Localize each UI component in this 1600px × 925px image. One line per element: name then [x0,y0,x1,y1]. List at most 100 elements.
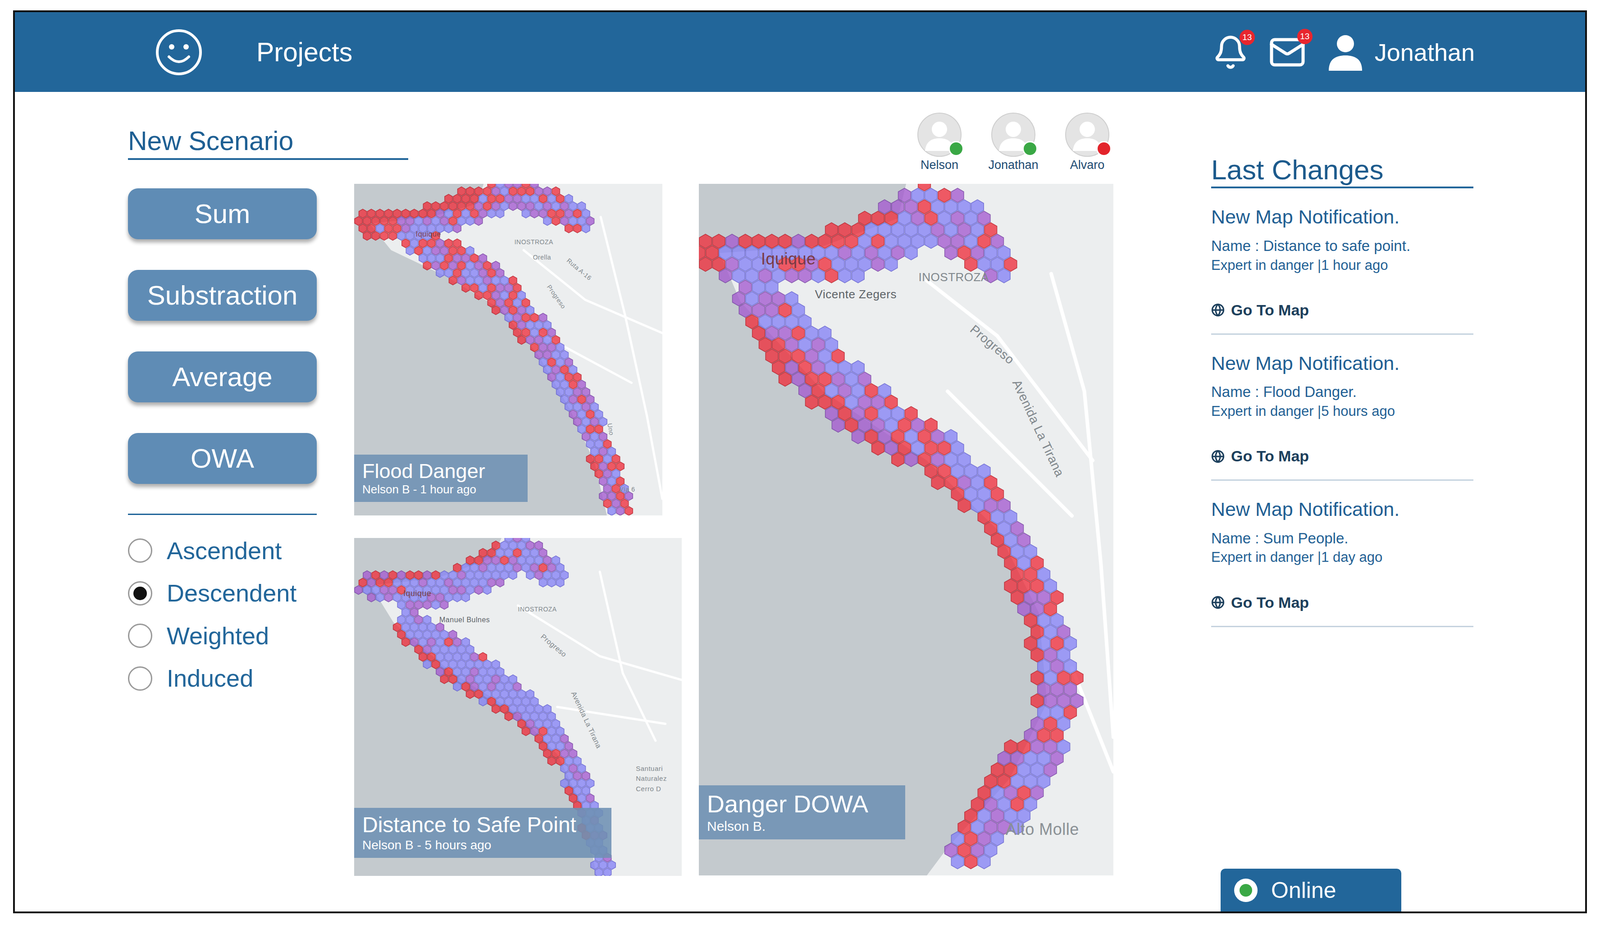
hex-cell [547,357,556,367]
radio-circle[interactable] [127,623,153,648]
hex-cell [393,578,402,588]
hex-cell [517,541,526,551]
collaborator[interactable]: Jonathan [981,112,1045,174]
hex-cell [547,563,556,573]
map-place-label: Cerro D [635,784,661,793]
hex-cell [461,652,470,662]
hex-cell [792,349,805,364]
hex-cell [898,441,912,456]
hex-cell [551,556,560,566]
hex-cell [1017,533,1031,548]
hex-cell [560,216,569,226]
hex-cell [865,429,878,444]
collaborator-name: Jonathan [988,158,1039,173]
hex-cell [898,234,912,249]
scenario-map[interactable]: IquiqueINOSTROZAManuel BulnesProgresoAve… [354,537,682,876]
hex-cell [951,234,964,249]
hex-cell [586,410,594,420]
page-title[interactable]: Projects [256,36,353,68]
hex-cell [573,223,582,233]
hex-cell [565,756,573,766]
hex-cell [384,578,393,588]
hex-cell [539,328,548,338]
hex-cell [957,498,971,513]
hex-cell [1050,659,1064,674]
hex-cell [526,704,534,714]
hex-cell [401,238,410,248]
user-menu[interactable]: Jonathan [1326,32,1475,72]
hex-cell [944,429,958,444]
avatar [990,112,1036,158]
operation-button[interactable]: Substraction [127,269,317,321]
hex-cell [543,320,552,330]
collaborator[interactable]: Alvaro [1055,112,1119,174]
hex-cell [513,563,521,573]
hex-cell [461,592,470,602]
hex-cell [440,585,448,595]
radio-circle[interactable] [127,581,153,606]
hex-cell [427,652,436,662]
operation-button[interactable]: Sum [127,188,317,240]
notifications-button[interactable]: 13 [1212,34,1249,71]
map-place-label: Progreso [538,632,568,659]
operation-button[interactable]: OWA [127,433,317,484]
hex-cell [539,209,548,219]
hex-cell [539,357,548,367]
ordering-radio[interactable]: Induced [127,665,318,692]
hex-cell [1057,670,1071,686]
radio-circle[interactable] [127,538,153,563]
hex-cell [405,246,414,256]
hex-cell [500,570,509,580]
collaborator[interactable]: Nelson [907,112,971,174]
map-title: Danger DOWA [706,790,898,818]
online-status-button[interactable]: Online [1220,868,1402,912]
hex-cell [504,283,513,293]
hex-cell [509,201,517,211]
hex-cell [483,674,492,684]
ordering-radio[interactable]: Weighted [127,622,318,650]
go-to-map-link[interactable]: Go To Map [1211,301,1474,320]
go-to-map-link[interactable]: Go To Map [1211,593,1474,612]
hex-cell [474,291,483,301]
hex-cell [1057,739,1071,755]
hex-cell [440,645,448,655]
hex-cell [805,326,818,341]
change-meta: Expert in danger |5 hours ago [1211,402,1474,420]
hex-cell [504,697,513,707]
hex-cell [530,726,538,736]
hex-cell [560,201,569,211]
hex-cell [624,491,633,501]
hex-cell [478,548,487,558]
hex-cell [984,774,998,789]
hex-cell [427,578,436,588]
hex-cell [504,563,513,573]
hex-cell [474,674,483,684]
hex-cell [560,749,569,759]
hex-cell [573,786,582,796]
hex-cell [599,476,607,486]
ordering-radio[interactable]: Descendent [127,579,318,607]
operation-button[interactable]: Average [127,351,317,403]
hex-cell [964,234,978,249]
hex-cell [772,360,785,375]
scenario-map[interactable]: IquiqueINOSTROZAOrellaRuta A-16ProgresoU… [354,183,663,516]
hex-cell [551,186,560,197]
radio-circle[interactable] [127,666,153,691]
hex-cell [547,726,556,736]
hex-cell [560,365,569,375]
hex-cell [483,689,492,699]
map-place-label: INOSTROZA [514,238,554,246]
hex-cell [419,637,427,647]
hex-cell [521,298,530,308]
map-place-label: Orella [533,253,552,261]
go-to-map-link[interactable]: Go To Map [1211,447,1474,465]
hex-cell [931,475,944,490]
scenario-map[interactable]: IquiqueVicente ZegersINOSTROZAProgresoAv… [698,183,1114,876]
hex-cell [852,222,865,238]
hex-cell [461,194,470,204]
messages-button[interactable]: 13 [1268,33,1307,72]
ordering-radio[interactable]: Ascendent [127,537,318,565]
hex-cell [363,585,371,595]
hex-cell [951,854,964,870]
hex-cell [1004,762,1017,778]
